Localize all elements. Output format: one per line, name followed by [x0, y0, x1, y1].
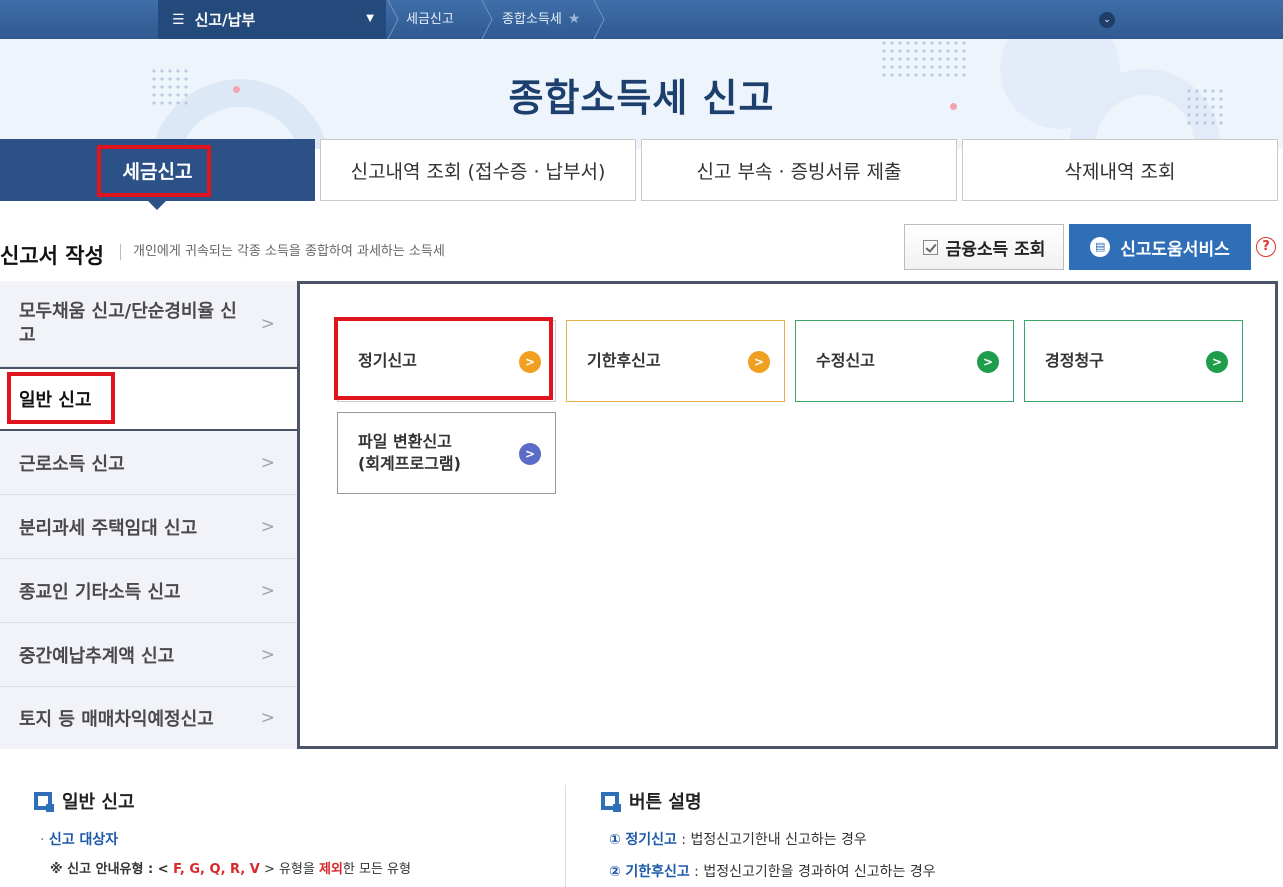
- button-desc-line: ② 기한후신고 : 법정신고기한을 경과하여 신고하는 경우: [609, 861, 936, 881]
- chevron-right-icon: >: [260, 644, 275, 665]
- tab-label: 삭제내역 조회: [1064, 160, 1176, 183]
- hamburger-icon: ☰: [172, 11, 185, 28]
- sidebar-item-interim[interactable]: 중간예납추계액 신고 >: [0, 623, 297, 687]
- sidebar-item-label: 근로소득 신고: [19, 453, 125, 475]
- breadcrumb-tax-report[interactable]: 세금신고: [406, 0, 454, 39]
- card-label: 기한후신고: [587, 351, 661, 370]
- chevron-right-icon: >: [260, 516, 275, 537]
- button-desc-line: ① 정기신고 : 법정신고기한내 신고하는 경우: [609, 829, 867, 849]
- highlight-box: [334, 317, 553, 400]
- chevron-right-icon: >: [260, 708, 275, 728]
- note-codes: F, G, Q, R, V: [173, 862, 260, 877]
- sidebar-item-label: 토지 등 매매차익예정신고: [19, 709, 214, 730]
- section-description: 개인에게 귀속되는 각종 소득을 종합하여 과세하는 소득세: [120, 244, 445, 260]
- line-number: ②: [609, 864, 621, 880]
- top-nav-bar: ☰ 신고/납부 ▼ 세금신고 종합소득세 ★ ⌄: [0, 0, 1283, 39]
- sidebar-item-earned-income[interactable]: 근로소득 신고 >: [0, 431, 297, 495]
- sidebar-item-label: 분리과세 주택임대 신고: [19, 517, 198, 539]
- line-term: 기한후신고: [625, 864, 690, 880]
- sidebar-item-land-sale[interactable]: 토지 등 매매차익예정신고 >: [0, 687, 297, 749]
- amended-filing-card[interactable]: 수정신고 >: [795, 320, 1014, 402]
- late-filing-card[interactable]: 기한후신고 >: [566, 320, 785, 402]
- arrow-right-icon: >: [748, 351, 770, 373]
- target-label: 신고 대상자: [48, 832, 119, 848]
- star-icon[interactable]: ★: [568, 11, 581, 27]
- breadcrumb-income-tax-label: 종합소득세: [502, 12, 562, 27]
- highlight-box: [7, 372, 115, 424]
- arrow-right-icon: >: [977, 351, 999, 373]
- tab-deleted-history[interactable]: 삭제내역 조회: [962, 139, 1278, 201]
- arrow-right-icon: >: [519, 443, 541, 465]
- card-label: 수정신고: [816, 351, 875, 370]
- chevron-right-icon: >: [260, 580, 275, 601]
- help-icon[interactable]: ?: [1256, 237, 1276, 257]
- line-term: 정기신고: [625, 832, 677, 848]
- financial-income-button[interactable]: 금융소득 조회: [904, 224, 1064, 270]
- book-icon: ▤: [1090, 237, 1111, 257]
- note-exclude: 제외: [318, 862, 343, 877]
- card-label: 파일 변환신고 (회계프로그램): [358, 432, 461, 473]
- square-bullet-icon: [34, 792, 54, 812]
- sidebar-item-housing-rental[interactable]: 분리과세 주택임대 신고 >: [0, 495, 297, 559]
- arrow-right-icon: >: [1206, 351, 1228, 373]
- sidebar-item-prefilled[interactable]: 모두채움 신고/단순경비율 신고 >: [0, 281, 297, 367]
- filing-help-button[interactable]: ▤ 신고도움서비스: [1069, 224, 1251, 270]
- heading-label: 버튼 설명: [629, 792, 702, 813]
- breadcrumb-separator: [387, 0, 399, 39]
- tab-report-history[interactable]: 신고내역 조회 (접수증 · 납부서): [320, 139, 636, 201]
- target-label-line: · 신고 대상자: [40, 832, 119, 848]
- tab-label: 신고내역 조회 (접수증 · 납부서): [350, 160, 606, 183]
- line-number: ①: [609, 832, 621, 848]
- card-label: 경정청구: [1045, 351, 1104, 370]
- page-title: 종합소득세 신고: [508, 76, 775, 120]
- breadcrumb-separator: [481, 0, 493, 39]
- sidebar: 모두채움 신고/단순경비율 신고 > 일반 신고 근로소득 신고 > 분리과세 …: [0, 281, 297, 749]
- active-tab-pointer: [147, 200, 167, 210]
- button-desc-heading: 버튼 설명: [601, 788, 702, 814]
- breadcrumb-income-tax[interactable]: 종합소득세 ★: [502, 0, 580, 39]
- expand-chevron-icon[interactable]: ⌄: [1099, 12, 1115, 28]
- note-mid: > 유형을: [259, 862, 319, 877]
- caret-down-icon: ▼: [366, 13, 374, 24]
- tab-label: 신고 부속 · 증빙서류 제출: [696, 160, 902, 183]
- chevron-right-icon: >: [260, 452, 275, 473]
- note-prefix: ※ 신고 안내유형 : <: [50, 862, 174, 877]
- checkbox-edit-icon: [922, 239, 938, 255]
- correction-claim-card[interactable]: 경정청구 >: [1024, 320, 1243, 402]
- line-desc: : 법정신고기한을 경과하여 신고하는 경우: [689, 864, 936, 880]
- tab-attachments[interactable]: 신고 부속 · 증빙서류 제출: [641, 139, 957, 201]
- sidebar-item-label: 중간예납추계액 신고: [19, 645, 175, 667]
- sidebar-item-label: 종교인 기타소득 신고: [19, 581, 181, 603]
- sidebar-item-label: 모두채움 신고/단순경비율 신고: [19, 300, 237, 346]
- divider: [565, 785, 566, 887]
- note-suffix: 한 모든 유형: [342, 862, 411, 877]
- filing-help-label: 신고도움서비스: [1120, 239, 1230, 260]
- file-conversion-card[interactable]: 파일 변환신고 (회계프로그램) >: [337, 412, 556, 494]
- menu-dropdown[interactable]: ☰ 신고/납부 ▼: [158, 0, 386, 39]
- square-bullet-icon: [601, 792, 621, 812]
- guide-type-note: ※ 신고 안내유형 : < F, G, Q, R, V > 유형을 제외한 모든…: [50, 858, 411, 877]
- financial-income-label: 금융소득 조회: [945, 239, 1046, 260]
- heading-label: 일반 신고: [62, 792, 135, 813]
- section-title: 신고서 작성: [0, 244, 104, 268]
- highlight-box: [97, 145, 211, 197]
- chevron-right-icon: >: [260, 313, 275, 334]
- menu-label: 신고/납부: [194, 11, 256, 29]
- breadcrumb-separator: [593, 0, 605, 39]
- hero-banner: 종합소득세 신고: [0, 39, 1283, 149]
- sidebar-item-religious[interactable]: 종교인 기타소득 신고 >: [0, 559, 297, 623]
- general-filing-heading: 일반 신고: [34, 788, 135, 814]
- line-desc: : 법정신고기한내 신고하는 경우: [676, 832, 867, 848]
